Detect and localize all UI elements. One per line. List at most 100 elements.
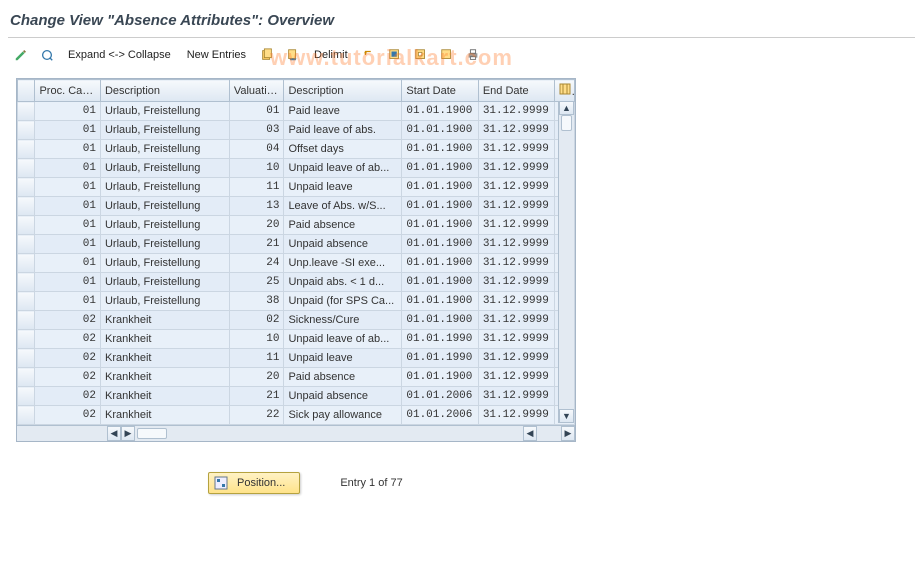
cell-description2[interactable]: Sick pay allowance: [284, 406, 402, 425]
cell-description2[interactable]: Unpaid (for SPS Ca...: [284, 292, 402, 311]
cell-description2[interactable]: Leave of Abs. w/S...: [284, 197, 402, 216]
cell-description2[interactable]: Unpaid leave: [284, 178, 402, 197]
table-row[interactable]: 01Urlaub, Freistellung01Paid leave01.01.…: [18, 102, 575, 121]
cell-proc[interactable]: 01: [35, 273, 101, 292]
cell-proc[interactable]: 01: [35, 254, 101, 273]
cell-start-date[interactable]: 01.01.1900: [402, 235, 478, 254]
cell-proc[interactable]: 01: [35, 292, 101, 311]
cell-description[interactable]: Urlaub, Freistellung: [100, 235, 229, 254]
select-all-rows-handle[interactable]: [18, 80, 35, 102]
vertical-scrollbar[interactable]: ▲ ▼: [558, 101, 574, 423]
cell-valuation[interactable]: 21: [229, 387, 284, 406]
copy-icon[interactable]: [258, 46, 276, 64]
cell-valuation[interactable]: 11: [229, 349, 284, 368]
scroll-right-button-2[interactable]: ▶: [561, 426, 575, 441]
cell-valuation[interactable]: 38: [229, 292, 284, 311]
select-all-icon[interactable]: [386, 46, 404, 64]
cell-valuation[interactable]: 03: [229, 121, 284, 140]
cell-description[interactable]: Urlaub, Freistellung: [100, 216, 229, 235]
cell-start-date[interactable]: 01.01.1990: [402, 330, 478, 349]
cell-valuation[interactable]: 22: [229, 406, 284, 425]
table-row[interactable]: 02Krankheit11Unpaid leave01.01.199031.12…: [18, 349, 575, 368]
configure-columns-button[interactable]: [555, 80, 575, 102]
table-row[interactable]: 01Urlaub, Freistellung25Unpaid abs. < 1 …: [18, 273, 575, 292]
table-row[interactable]: 01Urlaub, Freistellung38Unpaid (for SPS …: [18, 292, 575, 311]
cell-end-date[interactable]: 31.12.9999: [478, 273, 554, 292]
column-header-end-date[interactable]: End Date: [478, 80, 554, 102]
cell-description[interactable]: Krankheit: [100, 330, 229, 349]
cell-valuation[interactable]: 02: [229, 311, 284, 330]
row-handle[interactable]: [18, 178, 35, 197]
row-handle[interactable]: [18, 235, 35, 254]
table-row[interactable]: 01Urlaub, Freistellung10Unpaid leave of …: [18, 159, 575, 178]
column-header-start-date[interactable]: Start Date: [402, 80, 478, 102]
column-header-description[interactable]: Description: [100, 80, 229, 102]
cell-proc[interactable]: 02: [35, 387, 101, 406]
cell-proc[interactable]: 02: [35, 330, 101, 349]
cell-description[interactable]: Urlaub, Freistellung: [100, 102, 229, 121]
table-row[interactable]: 01Urlaub, Freistellung21Unpaid absence01…: [18, 235, 575, 254]
row-handle[interactable]: [18, 216, 35, 235]
cell-proc[interactable]: 01: [35, 235, 101, 254]
cell-valuation[interactable]: 10: [229, 159, 284, 178]
cell-start-date[interactable]: 01.01.2006: [402, 406, 478, 425]
cell-end-date[interactable]: 31.12.9999: [478, 254, 554, 273]
cell-description2[interactable]: Unpaid leave of ab...: [284, 330, 402, 349]
scroll-left-button[interactable]: ◀: [107, 426, 121, 441]
row-handle[interactable]: [18, 273, 35, 292]
cell-proc[interactable]: 02: [35, 311, 101, 330]
cell-end-date[interactable]: 31.12.9999: [478, 159, 554, 178]
cell-start-date[interactable]: 01.01.1900: [402, 368, 478, 387]
cell-valuation[interactable]: 11: [229, 178, 284, 197]
cell-end-date[interactable]: 31.12.9999: [478, 368, 554, 387]
scroll-left-button-2[interactable]: ◀: [523, 426, 537, 441]
cell-description[interactable]: Urlaub, Freistellung: [100, 197, 229, 216]
cell-start-date[interactable]: 01.01.1900: [402, 178, 478, 197]
table-row[interactable]: 01Urlaub, Freistellung11Unpaid leave01.0…: [18, 178, 575, 197]
cell-description2[interactable]: Sickness/Cure: [284, 311, 402, 330]
column-header-description2[interactable]: Description: [284, 80, 402, 102]
row-handle[interactable]: [18, 406, 35, 425]
cell-description[interactable]: Urlaub, Freistellung: [100, 178, 229, 197]
cell-description2[interactable]: Unp.leave -SI exe...: [284, 254, 402, 273]
cell-proc[interactable]: 01: [35, 197, 101, 216]
cell-start-date[interactable]: 01.01.1900: [402, 102, 478, 121]
row-handle[interactable]: [18, 330, 35, 349]
expand-collapse-button[interactable]: Expand <-> Collapse: [64, 47, 175, 63]
cell-start-date[interactable]: 01.01.1990: [402, 349, 478, 368]
row-handle[interactable]: [18, 254, 35, 273]
cell-end-date[interactable]: 31.12.9999: [478, 387, 554, 406]
cell-description[interactable]: Urlaub, Freistellung: [100, 292, 229, 311]
deselect-all-icon[interactable]: [438, 46, 456, 64]
cell-valuation[interactable]: 21: [229, 235, 284, 254]
cell-proc[interactable]: 01: [35, 140, 101, 159]
print-icon[interactable]: [464, 46, 482, 64]
cell-start-date[interactable]: 01.01.1900: [402, 273, 478, 292]
cell-description[interactable]: Urlaub, Freistellung: [100, 273, 229, 292]
cell-description[interactable]: Krankheit: [100, 387, 229, 406]
row-handle[interactable]: [18, 121, 35, 140]
cell-proc[interactable]: 01: [35, 178, 101, 197]
row-handle[interactable]: [18, 311, 35, 330]
cell-proc[interactable]: 01: [35, 159, 101, 178]
cell-description[interactable]: Urlaub, Freistellung: [100, 159, 229, 178]
cell-end-date[interactable]: 31.12.9999: [478, 292, 554, 311]
cell-description2[interactable]: Offset days: [284, 140, 402, 159]
cell-end-date[interactable]: 31.12.9999: [478, 311, 554, 330]
cell-valuation[interactable]: 20: [229, 368, 284, 387]
cell-description[interactable]: Krankheit: [100, 368, 229, 387]
cell-valuation[interactable]: 25: [229, 273, 284, 292]
table-row[interactable]: 02Krankheit10Unpaid leave of ab...01.01.…: [18, 330, 575, 349]
row-handle[interactable]: [18, 387, 35, 406]
cell-start-date[interactable]: 01.01.2006: [402, 387, 478, 406]
cell-description2[interactable]: Unpaid abs. < 1 d...: [284, 273, 402, 292]
table-row[interactable]: 01Urlaub, Freistellung03Paid leave of ab…: [18, 121, 575, 140]
row-handle[interactable]: [18, 102, 35, 121]
cell-description[interactable]: Urlaub, Freistellung: [100, 254, 229, 273]
cell-valuation[interactable]: 10: [229, 330, 284, 349]
cell-start-date[interactable]: 01.01.1900: [402, 121, 478, 140]
cell-description2[interactable]: Paid absence: [284, 216, 402, 235]
scroll-down-button[interactable]: ▼: [559, 409, 574, 423]
cell-description2[interactable]: Unpaid leave: [284, 349, 402, 368]
cell-end-date[interactable]: 31.12.9999: [478, 102, 554, 121]
